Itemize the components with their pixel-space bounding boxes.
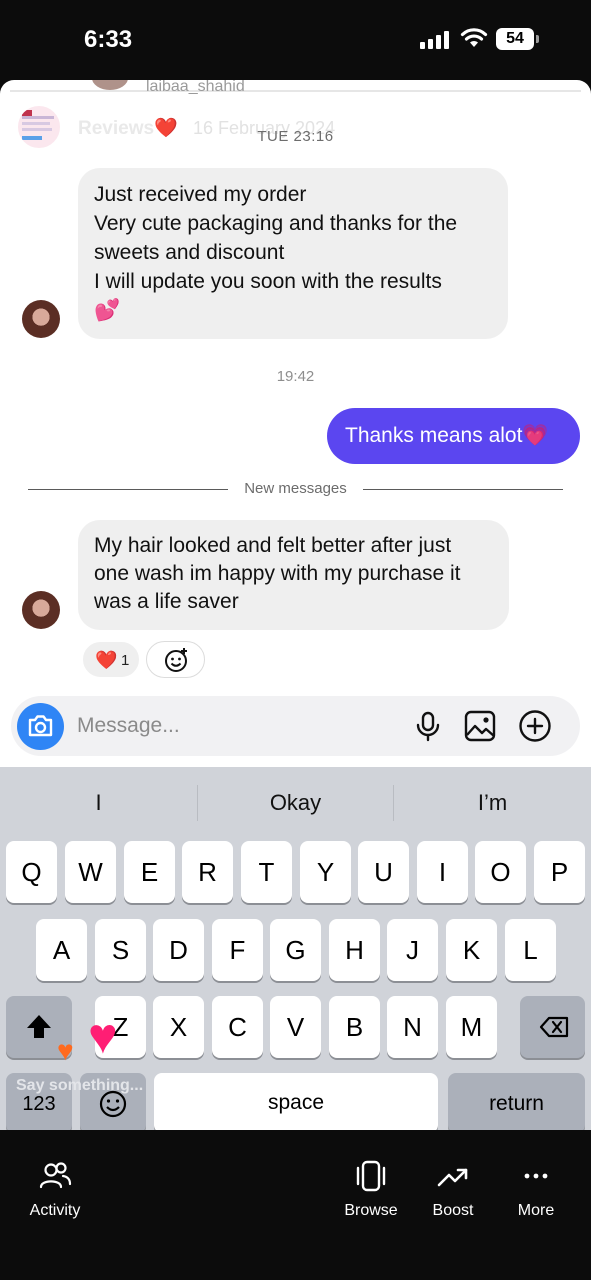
message-composer [11, 696, 580, 756]
key-w[interactable]: W [65, 841, 116, 903]
nav-boost[interactable]: Boost [408, 1160, 498, 1220]
key-b[interactable]: B [329, 996, 380, 1058]
key-c[interactable]: C [212, 996, 263, 1058]
nav-label: Boost [432, 1202, 474, 1219]
suggestion-3[interactable]: I’m [394, 767, 591, 839]
timestamp-second: 19:42 [276, 368, 315, 385]
battery-indicator: 54 [496, 28, 534, 50]
sender-username: laibaa_shahid [146, 80, 245, 95]
sender-avatar-faded [92, 80, 128, 90]
browse-icon [356, 1160, 386, 1192]
key-l[interactable]: L [505, 919, 556, 981]
key-y[interactable]: Y [300, 841, 351, 903]
smiley-plus-icon [165, 648, 187, 672]
message-line: was a life saver [94, 590, 239, 613]
trend-up-icon [437, 1168, 468, 1187]
incoming-message-bubble[interactable]: Just received my order Very cute packagi… [78, 168, 508, 339]
key-s[interactable]: S [95, 919, 146, 981]
message-sheet: laibaa_shahid Reviews❤️ 16 February 2024… [0, 80, 591, 1130]
nav-label: Activity [29, 1202, 81, 1219]
reaction-chip[interactable]: ❤️ 1 [82, 641, 140, 678]
microphone-icon[interactable] [411, 709, 445, 743]
key-u[interactable]: U [358, 841, 409, 903]
nav-label: Browse [344, 1202, 398, 1219]
bottom-navigation: Activity Browse Boost More [0, 1130, 591, 1280]
suggestion-2[interactable]: Okay [197, 767, 394, 839]
key-q[interactable]: Q [6, 841, 57, 903]
nav-activity[interactable]: Activity [10, 1160, 100, 1220]
avatar[interactable] [22, 300, 60, 338]
new-messages-divider: New messages [0, 480, 591, 500]
suggestion-1[interactable]: I [0, 767, 197, 839]
key-n[interactable]: N [387, 996, 438, 1058]
key-t[interactable]: T [241, 841, 292, 903]
timestamp-first: TUE 23:16 [257, 128, 334, 145]
return-key[interactable]: return [448, 1073, 585, 1130]
key-a[interactable]: A [36, 919, 87, 981]
message-line: one wash im happy with my purchase it [94, 562, 461, 585]
nav-browse[interactable]: Browse [326, 1160, 416, 1220]
more-icon [524, 1173, 548, 1179]
divider-line [363, 489, 563, 490]
nav-label: More [517, 1202, 555, 1219]
status-bar: 6:33 54 [0, 0, 591, 80]
key-f[interactable]: F [212, 919, 263, 981]
nav-more[interactable]: More [491, 1160, 581, 1220]
floating-heart-icon: ♥ [57, 1035, 74, 1066]
floating-heart-icon: ♥ [88, 1008, 118, 1064]
floating-comment-placeholder: Say something... [16, 1077, 144, 1094]
key-x[interactable]: X [153, 996, 204, 1058]
message-line: Just received my order [94, 183, 307, 206]
key-i[interactable]: I [417, 841, 468, 903]
key-e[interactable]: E [124, 841, 175, 903]
camera-button[interactable] [17, 703, 64, 750]
key-m[interactable]: M [446, 996, 497, 1058]
camera-icon [28, 715, 53, 737]
message-emoji: 💕 [94, 299, 121, 322]
story-progress-bar [10, 90, 581, 92]
on-screen-keyboard: I Okay I’m Q W E R T Y U I O P A S D F G… [0, 767, 591, 1130]
key-h[interactable]: H [329, 919, 380, 981]
space-key[interactable]: space [154, 1073, 438, 1130]
key-o[interactable]: O [475, 841, 526, 903]
reaction-count: 1 [121, 652, 130, 669]
avatar[interactable] [22, 591, 60, 629]
key-v[interactable]: V [270, 996, 321, 1058]
add-circle-icon[interactable] [518, 709, 552, 743]
key-k[interactable]: K [446, 919, 497, 981]
key-j[interactable]: J [387, 919, 438, 981]
message-line: I will update you soon with the results [94, 270, 442, 293]
key-d[interactable]: D [153, 919, 204, 981]
people-icon [39, 1162, 72, 1189]
message-input[interactable] [77, 712, 377, 740]
key-r[interactable]: R [182, 841, 233, 903]
backspace-key[interactable] [520, 996, 585, 1058]
key-p[interactable]: P [534, 841, 585, 903]
heart-reaction-emoji: ❤️ [95, 650, 118, 670]
backspace-icon [539, 1016, 569, 1038]
status-time: 6:33 [84, 26, 133, 53]
message-line: sweets and discount [94, 241, 285, 264]
incoming-message-bubble[interactable]: My hair looked and felt better after jus… [78, 520, 509, 630]
cellular-signal-icon [420, 31, 450, 49]
outgoing-message-bubble[interactable]: Thanks means alot💗 [327, 408, 580, 464]
battery-tip [536, 35, 539, 43]
gallery-icon[interactable] [463, 709, 497, 743]
key-g[interactable]: G [270, 919, 321, 981]
message-line: Very cute packaging and thanks for the [94, 212, 458, 235]
wifi-icon [460, 28, 488, 47]
message-line: My hair looked and felt better after jus… [94, 534, 452, 557]
add-reaction-button[interactable] [146, 641, 205, 678]
